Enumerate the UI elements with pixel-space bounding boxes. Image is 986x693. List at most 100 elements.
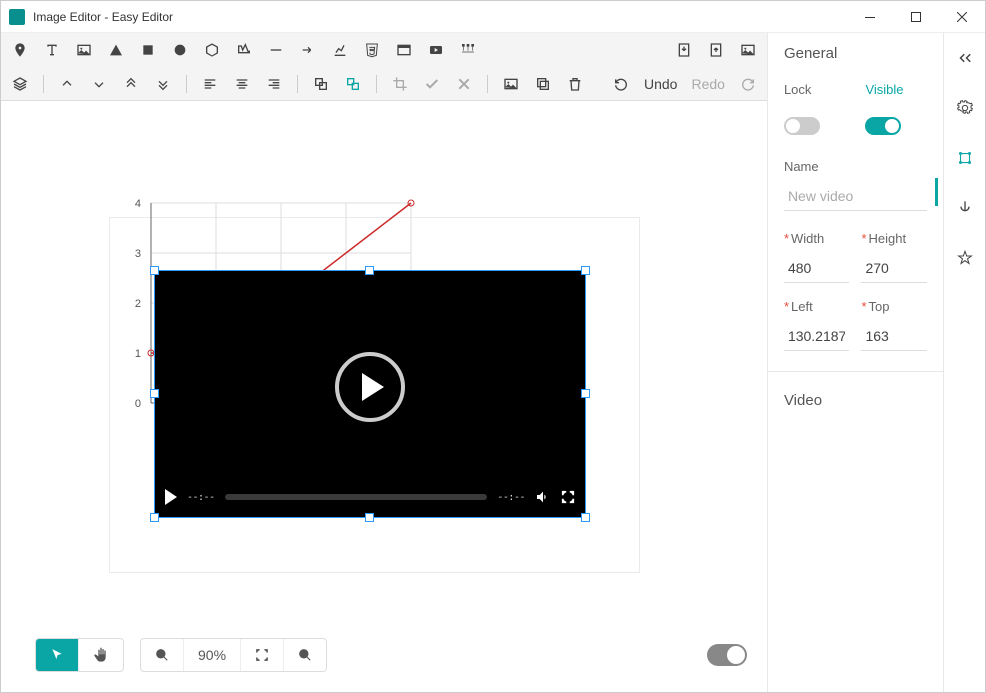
height-input[interactable] — [861, 254, 927, 283]
window-title: Image Editor - Easy Editor — [33, 10, 847, 24]
save-image-icon[interactable] — [739, 41, 757, 59]
app-icon — [9, 9, 25, 25]
svg-text:0: 0 — [135, 398, 141, 410]
video-element[interactable]: --:-- --:-- — [155, 271, 585, 517]
resize-handle[interactable] — [581, 389, 590, 398]
cube-icon[interactable] — [203, 41, 221, 59]
resize-handle[interactable] — [150, 389, 159, 398]
zoom-fit-button[interactable] — [241, 639, 284, 671]
resize-handle[interactable] — [365, 266, 374, 275]
side-rail — [943, 33, 985, 692]
properties-panel: General Lock Visible Name *Width *Height — [767, 33, 943, 692]
triangle-icon[interactable] — [107, 41, 125, 59]
title-bar: Image Editor - Easy Editor — [1, 1, 985, 33]
layers-icon[interactable] — [11, 75, 29, 93]
node-settings-icon[interactable] — [956, 149, 974, 167]
width-input[interactable] — [784, 254, 850, 283]
align-center-icon[interactable] — [233, 75, 251, 93]
zoom-level[interactable]: 90% — [184, 639, 241, 671]
resize-handle[interactable] — [150, 513, 159, 522]
send-back-icon[interactable] — [154, 75, 172, 93]
name-input[interactable] — [784, 182, 927, 211]
expand-icon[interactable] — [956, 49, 974, 67]
zoom-in-button[interactable] — [284, 639, 326, 671]
top-input[interactable] — [861, 322, 927, 351]
bring-forward-icon[interactable] — [58, 75, 76, 93]
visible-label: Visible — [865, 82, 927, 97]
resize-handle[interactable] — [365, 513, 374, 522]
preview-toggle[interactable] — [707, 644, 747, 666]
svg-text:4: 4 — [135, 198, 141, 210]
lock-label: Lock — [784, 82, 846, 97]
fullscreen-icon[interactable] — [561, 490, 575, 504]
undo-label[interactable]: Undo — [644, 76, 677, 92]
seek-bar[interactable] — [225, 494, 488, 500]
redo-icon — [739, 75, 757, 93]
section-video[interactable]: Video — [784, 392, 927, 409]
cancel-icon[interactable] — [455, 75, 473, 93]
zoom-out-button[interactable] — [141, 639, 184, 671]
group-icon[interactable] — [312, 75, 330, 93]
line-icon[interactable] — [267, 41, 285, 59]
left-input[interactable] — [784, 322, 850, 351]
time-current: --:-- — [187, 492, 215, 503]
canvas[interactable]: 4 3 2 1 0 --:-- --:-- — [1, 101, 767, 692]
visible-toggle[interactable] — [865, 117, 901, 135]
lock-toggle[interactable] — [784, 117, 820, 135]
chart-icon[interactable] — [331, 41, 349, 59]
polygon-icon[interactable] — [235, 41, 253, 59]
tool-mode-group — [35, 638, 124, 672]
volume-icon[interactable] — [535, 489, 551, 505]
align-right-icon[interactable] — [265, 75, 283, 93]
rail-active-indicator — [935, 178, 938, 206]
marker-icon[interactable] — [11, 41, 29, 59]
html-icon[interactable] — [363, 41, 381, 59]
send-backward-icon[interactable] — [90, 75, 108, 93]
square-icon[interactable] — [139, 41, 157, 59]
element-icon[interactable] — [459, 41, 477, 59]
arrow-icon[interactable] — [299, 41, 317, 59]
circle-icon[interactable] — [171, 41, 189, 59]
delete-icon[interactable] — [566, 75, 584, 93]
zoom-group: 90% — [140, 638, 327, 672]
section-general: General — [784, 45, 927, 62]
play-icon[interactable] — [165, 489, 177, 505]
check-icon[interactable] — [423, 75, 441, 93]
top-label: Top — [869, 299, 890, 314]
maximize-button[interactable] — [893, 1, 939, 33]
time-total: --:-- — [497, 492, 525, 503]
star-icon[interactable] — [956, 249, 974, 267]
video-icon[interactable] — [427, 41, 445, 59]
redo-label: Redo — [691, 76, 724, 92]
ungroup-icon[interactable] — [344, 75, 362, 93]
gear-icon[interactable] — [956, 99, 974, 117]
width-label: Width — [791, 231, 824, 246]
bring-front-icon[interactable] — [122, 75, 140, 93]
resize-handle[interactable] — [581, 513, 590, 522]
toolbar-edit: Undo Redo — [1, 67, 767, 101]
svg-text:3: 3 — [135, 248, 141, 260]
pan-tool-button[interactable] — [79, 639, 123, 671]
close-button[interactable] — [939, 1, 985, 33]
toolbar-shapes — [1, 33, 767, 67]
image-icon[interactable] — [75, 41, 93, 59]
play-overlay-icon[interactable] — [335, 352, 405, 422]
left-label: Left — [791, 299, 813, 314]
svg-text:2: 2 — [135, 298, 141, 310]
upload-icon[interactable] — [707, 41, 725, 59]
undo-icon[interactable] — [612, 75, 630, 93]
video-controls: --:-- --:-- — [165, 485, 575, 509]
download-icon[interactable] — [675, 41, 693, 59]
resize-handle[interactable] — [581, 266, 590, 275]
minimize-button[interactable] — [847, 1, 893, 33]
align-left-icon[interactable] — [201, 75, 219, 93]
select-tool-button[interactable] — [36, 639, 79, 671]
svg-text:1: 1 — [135, 348, 141, 360]
animation-icon[interactable] — [956, 199, 974, 217]
iframe-icon[interactable] — [395, 41, 413, 59]
resize-handle[interactable] — [150, 266, 159, 275]
copy-icon[interactable] — [534, 75, 552, 93]
duplicate-image-icon[interactable] — [502, 75, 520, 93]
text-icon[interactable] — [43, 41, 61, 59]
crop-icon[interactable] — [391, 75, 409, 93]
